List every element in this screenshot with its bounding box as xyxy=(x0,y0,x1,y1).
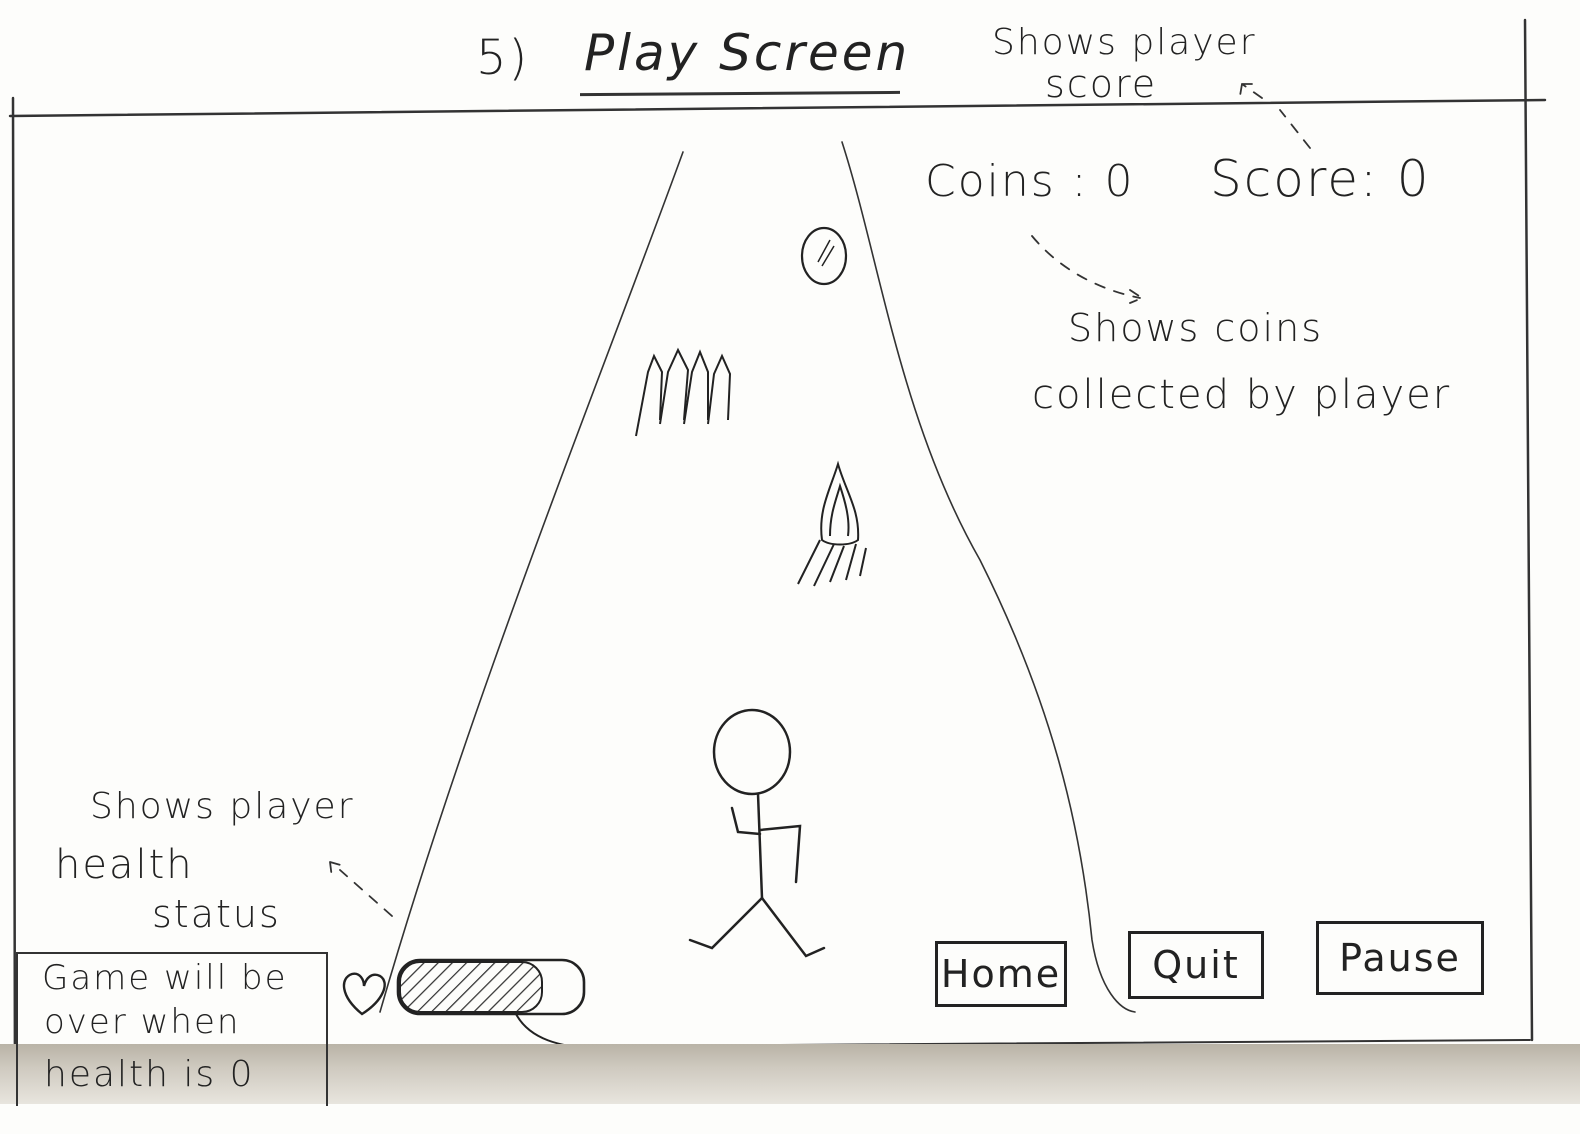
score-annotation-line2: score xyxy=(1045,62,1158,106)
fire-obstacle xyxy=(797,460,867,587)
coins-annotation-line1: Shows coins xyxy=(1068,306,1323,350)
gameover-note-line2: over when xyxy=(44,1002,241,1042)
road-left-edge xyxy=(379,151,684,1013)
pause-button[interactable]: Pause xyxy=(1316,921,1484,995)
spikes-obstacle xyxy=(635,347,732,437)
score-annotation-line1: Shows player xyxy=(992,22,1257,63)
coins-arrow xyxy=(1031,235,1143,304)
heart-icon xyxy=(342,972,386,1016)
gameover-note-line1: Game will be xyxy=(42,958,288,998)
stick-figure-player xyxy=(688,708,826,958)
coins-annotation-line2: collected by player xyxy=(1032,372,1452,418)
screen-frame-right xyxy=(1523,18,1534,1042)
page-title: Play Screen xyxy=(584,24,911,82)
coin-icon xyxy=(800,226,848,286)
coins-counter: Coins : 0 xyxy=(925,156,1135,207)
score-arrow xyxy=(1239,83,1311,149)
screen-frame-top xyxy=(8,98,1547,118)
health-annotation-line2: health xyxy=(55,842,194,888)
screen-number: 5) xyxy=(476,30,530,86)
health-bar xyxy=(396,958,597,1051)
health-arrow xyxy=(329,861,393,917)
road-right-edge xyxy=(841,141,1136,1013)
quit-button[interactable]: Quit xyxy=(1128,931,1264,999)
score-counter: Score: 0 xyxy=(1210,150,1431,208)
gameover-note-line3: health is 0 xyxy=(44,1054,255,1095)
health-annotation-line1: Shows player xyxy=(90,786,355,827)
health-annotation-line3: status xyxy=(152,892,281,936)
health-bar-fill xyxy=(399,961,543,1013)
screen-frame-left xyxy=(11,96,17,1102)
home-button[interactable]: Home xyxy=(935,941,1067,1007)
